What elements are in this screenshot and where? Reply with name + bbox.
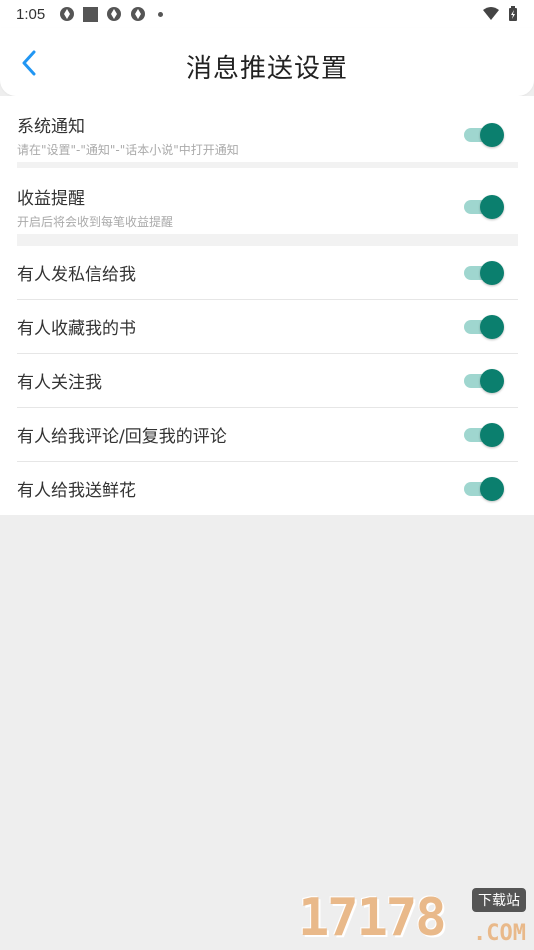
setting-title: 有人收藏我的书 (17, 319, 136, 339)
earnings-reminder-toggle[interactable] (464, 194, 504, 220)
setting-title: 有人给我评论/回复我的评论 (17, 427, 227, 447)
status-bar: 1:05 (0, 0, 534, 28)
setting-title: 收益提醒 (17, 189, 85, 209)
section-divider (17, 234, 518, 246)
setting-subtitle: 开启后将会收到每笔收益提醒 (17, 215, 174, 229)
setting-row-send-flowers: 有人给我送鲜花 (17, 462, 518, 515)
system-icons (482, 6, 518, 22)
comment-reply-toggle[interactable] (464, 422, 504, 448)
wifi-icon (483, 7, 499, 20)
watermark-number: 17178 (298, 888, 447, 948)
more-notifications-dot-icon (158, 11, 164, 17)
setting-title: 有人发私信给我 (17, 265, 136, 285)
app-notification-icon (107, 7, 122, 21)
setting-title: 有人给我送鲜花 (17, 481, 136, 501)
setting-row-comment-reply: 有人给我评论/回复我的评论 (17, 408, 518, 461)
app-notification-icon (131, 7, 146, 21)
setting-row-private-message: 有人发私信给我 (17, 246, 518, 299)
app-header: 消息推送设置 (0, 28, 534, 96)
setting-row-earnings-reminder: 收益提醒 开启后将会收到每笔收益提醒 (17, 182, 518, 232)
followed-me-toggle[interactable] (464, 368, 504, 394)
notification-icons (59, 6, 164, 22)
page-title: 消息推送设置 (185, 54, 348, 84)
app-notification-icon (60, 7, 75, 21)
system-notification-toggle[interactable] (464, 122, 504, 148)
send-flowers-toggle[interactable] (464, 476, 504, 502)
section-divider (17, 162, 518, 168)
setting-row-followed-me: 有人关注我 (17, 354, 518, 407)
setting-row-favorited-book: 有人收藏我的书 (17, 300, 518, 353)
stop-icon (83, 6, 99, 22)
status-time: 1:05 (16, 5, 46, 23)
setting-row-system-notification: 系统通知 请在"设置"-"通知"-"话本小说"中打开通知 (17, 110, 518, 160)
favorited-book-toggle[interactable] (464, 314, 504, 340)
battery-icon (509, 6, 517, 21)
setting-title: 系统通知 (17, 117, 85, 137)
settings-list: 系统通知 请在"设置"-"通知"-"话本小说"中打开通知 收益提醒 开启后将会收… (0, 96, 534, 515)
watermark-suffix: .COM (473, 921, 526, 946)
setting-title: 有人关注我 (17, 373, 102, 393)
private-message-toggle[interactable] (464, 260, 504, 286)
setting-subtitle: 请在"设置"-"通知"-"话本小说"中打开通知 (17, 143, 239, 157)
watermark-tag: 下载站 (472, 888, 526, 912)
watermark-logo: 17178 下载站 .COM (298, 886, 528, 948)
